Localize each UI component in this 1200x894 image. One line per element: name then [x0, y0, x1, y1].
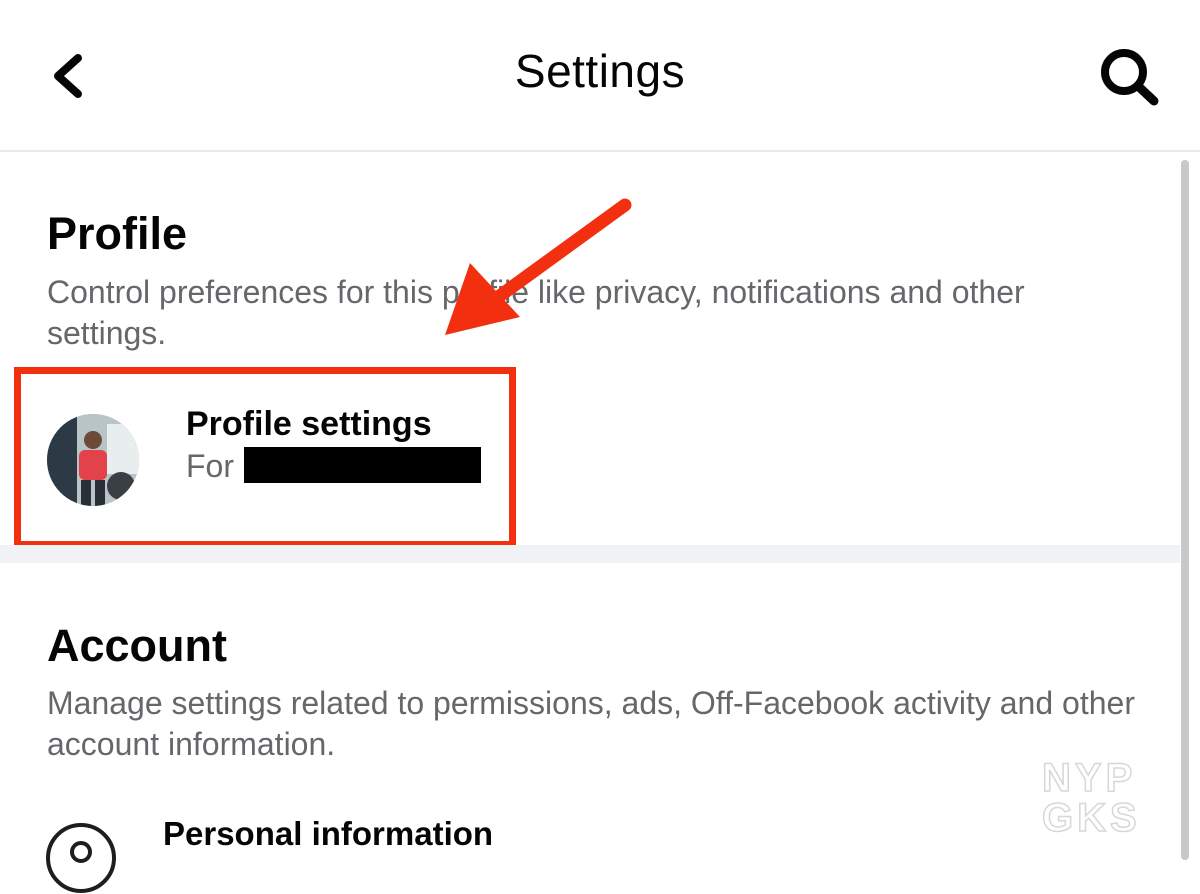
svg-text:NYP: NYP [1042, 756, 1136, 800]
account-section-description: Manage settings related to permissions, … [47, 685, 1135, 762]
search-button[interactable] [1094, 44, 1166, 110]
page-title: Settings [514, 45, 686, 97]
account-section-title: Account [47, 620, 227, 671]
svg-text:GKS: GKS [1042, 796, 1141, 835]
watermark-logo: NYP GKS [1041, 755, 1141, 835]
top-bar: Settings [0, 0, 1200, 152]
section-divider [0, 545, 1180, 563]
annotation-highlight-box [14, 367, 516, 548]
profile-section-title: Profile [47, 208, 188, 259]
annotation-arrow-icon [445, 198, 632, 335]
search-icon [1101, 49, 1159, 106]
user-circle-icon [46, 823, 116, 893]
personal-information-label: Personal information [163, 815, 494, 852]
scrollbar[interactable] [1181, 160, 1189, 860]
